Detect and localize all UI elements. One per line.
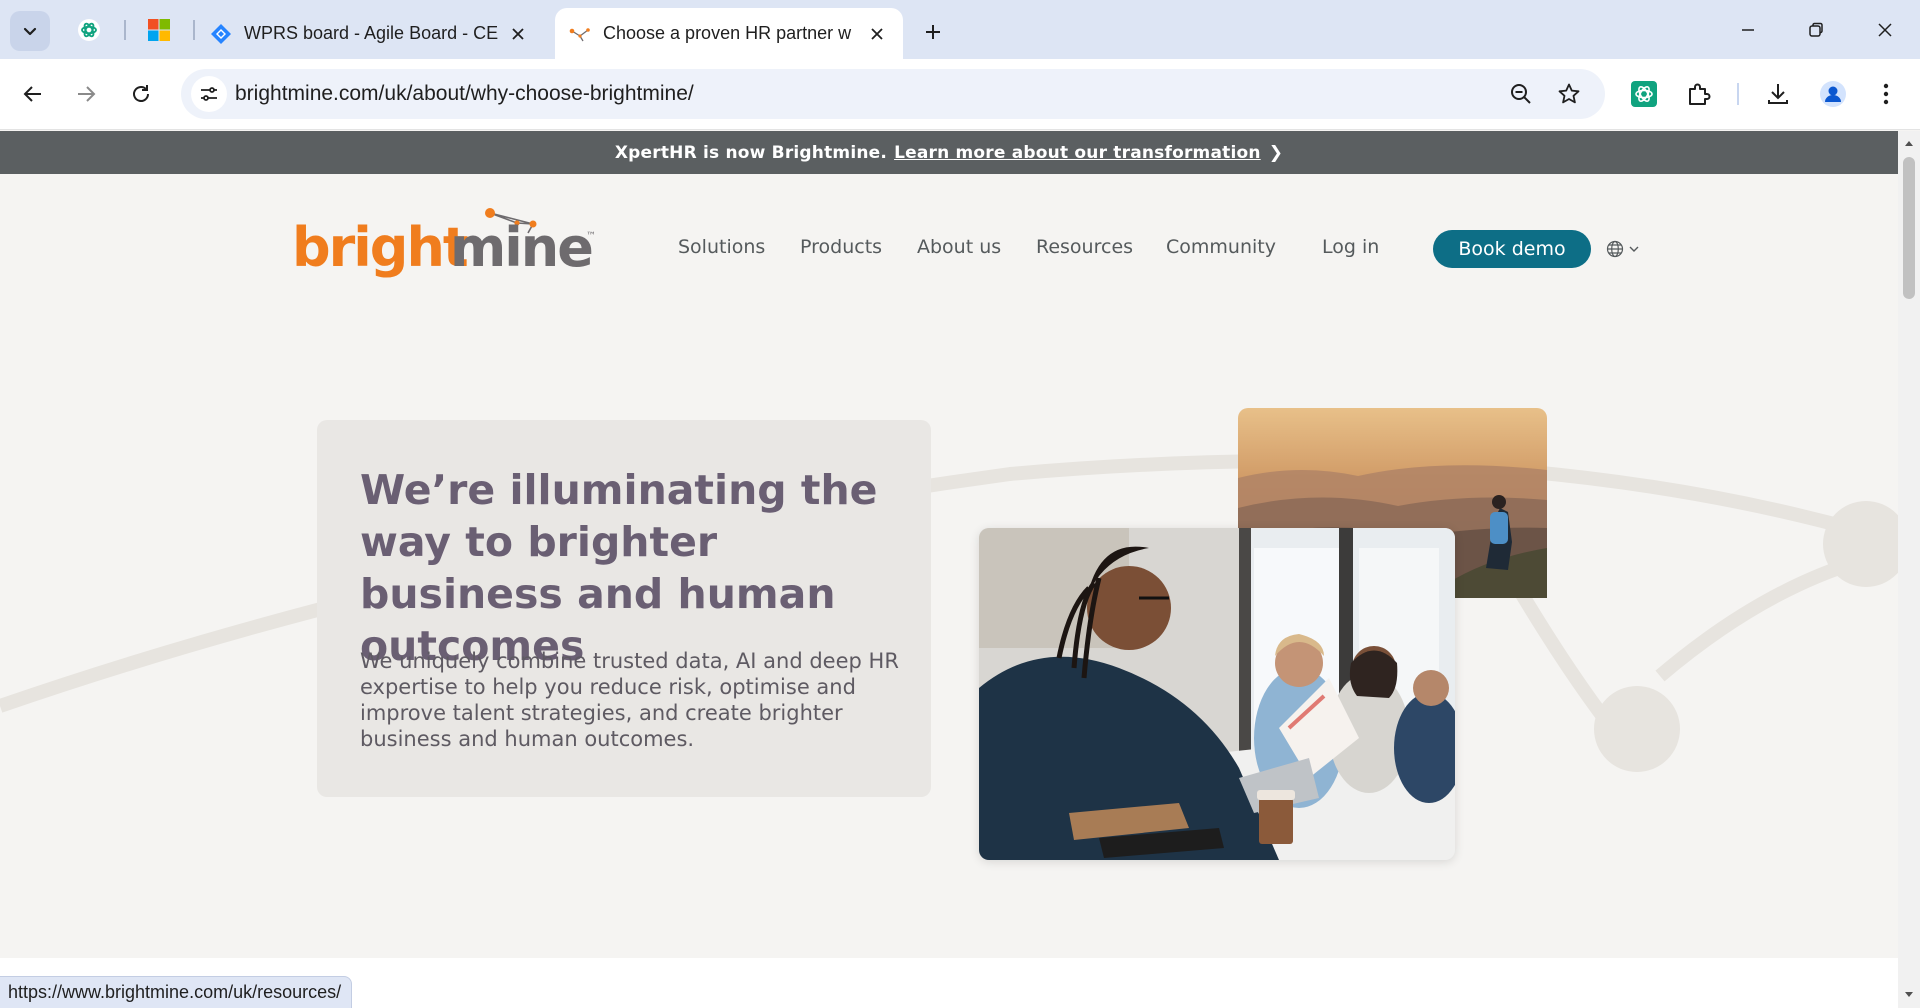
tab-wprs-board[interactable]: WPRS board - Agile Board - CE xyxy=(196,8,544,59)
nav-community[interactable]: Community xyxy=(1166,236,1276,258)
minimize-icon xyxy=(1742,29,1754,31)
book-demo-button[interactable]: Book demo xyxy=(1433,230,1591,268)
nav-about-us[interactable]: About us xyxy=(917,236,1001,258)
announcement-bar: XpertHR is now Brightmine. Learn more ab… xyxy=(0,131,1898,174)
extension-button[interactable] xyxy=(1624,74,1664,114)
scroll-down-icon[interactable] xyxy=(1903,989,1915,1001)
extensions-menu-button[interactable] xyxy=(1679,74,1719,114)
kebab-menu-icon xyxy=(1883,83,1889,105)
zoom-button[interactable] xyxy=(1505,78,1537,110)
plus-icon xyxy=(926,25,940,39)
chevron-down-icon xyxy=(1629,246,1639,252)
browser-tabstrip: WPRS board - Agile Board - CE Choose a p… xyxy=(0,0,1920,59)
tab-separator xyxy=(124,20,126,40)
logo-text-mine: mine xyxy=(450,216,592,279)
tab-separator xyxy=(193,20,195,40)
tab-search-button[interactable] xyxy=(10,11,50,51)
pinned-tab-microsoft[interactable] xyxy=(143,14,175,46)
tune-icon xyxy=(201,87,217,101)
hero-description: We uniquely combine trusted data, AI and… xyxy=(360,649,899,751)
pinned-tab-chatgpt[interactable] xyxy=(73,14,105,46)
nav-resources[interactable]: Resources xyxy=(1036,236,1133,258)
bookmark-button[interactable] xyxy=(1553,78,1585,110)
hero-title: We’re illuminating the way to brighter b… xyxy=(360,466,878,670)
scroll-up-icon[interactable] xyxy=(1903,137,1915,149)
browser-menu-button[interactable] xyxy=(1866,74,1906,114)
star-icon xyxy=(1558,83,1580,104)
url-text: brightmine.com/uk/about/why-choose-brigh… xyxy=(235,82,694,105)
address-bar[interactable]: brightmine.com/uk/about/why-choose-brigh… xyxy=(181,69,1605,119)
restore-icon xyxy=(1809,22,1823,37)
brightmine-logo[interactable]: bright mine ™ xyxy=(292,199,596,283)
nav-solutions[interactable]: Solutions xyxy=(678,236,765,258)
restore-button[interactable] xyxy=(1788,8,1844,52)
office-team-photo xyxy=(979,528,1455,860)
chatgpt-icon xyxy=(78,19,100,41)
globe-icon xyxy=(1606,240,1624,258)
profile-button[interactable] xyxy=(1813,74,1853,114)
browser-toolbar: brightmine.com/uk/about/why-choose-brigh… xyxy=(0,59,1920,130)
download-icon xyxy=(1768,84,1788,104)
microsoft-icon xyxy=(148,19,170,41)
announcement-text: XpertHR is now Brightmine. xyxy=(614,142,888,163)
status-bar-url: https://www.brightmine.com/uk/resources/ xyxy=(0,976,353,1008)
reload-icon xyxy=(133,85,149,102)
puzzle-icon xyxy=(1689,83,1711,105)
zoom-out-icon xyxy=(1511,84,1531,104)
arrow-left-icon xyxy=(23,86,41,102)
announcement-link[interactable]: Learn more about our transformation xyxy=(894,143,1261,163)
jira-icon xyxy=(211,23,231,44)
chevron-right-icon[interactable]: ❯ xyxy=(1269,143,1283,163)
close-window-button[interactable] xyxy=(1857,8,1913,52)
brightmine-favicon-icon xyxy=(569,27,590,41)
avatar-icon xyxy=(1820,81,1846,107)
forward-button[interactable] xyxy=(64,72,108,116)
chatgpt-extension-icon xyxy=(1631,81,1657,107)
close-tab-icon[interactable] xyxy=(506,22,530,46)
chevron-down-icon xyxy=(23,27,37,36)
minimize-button[interactable] xyxy=(1720,8,1776,52)
tab-title: WPRS board - Agile Board - CE xyxy=(244,23,499,43)
arrow-right-icon xyxy=(78,86,96,102)
nav-products[interactable]: Products xyxy=(800,236,882,258)
back-button[interactable] xyxy=(11,72,55,116)
background-network-arcs xyxy=(0,454,1898,772)
page-scrollbar[interactable] xyxy=(1898,131,1920,1008)
tab-brightmine[interactable]: Choose a proven HR partner w xyxy=(555,8,903,59)
page-viewport: XpertHR is now Brightmine. Learn more ab… xyxy=(0,131,1898,1008)
close-tab-icon[interactable] xyxy=(865,22,889,46)
close-icon xyxy=(1878,23,1892,37)
language-selector[interactable] xyxy=(1606,240,1640,258)
login-link[interactable]: Log in xyxy=(1322,236,1379,258)
tab-title: Choose a proven HR partner w xyxy=(603,23,852,43)
hero-card: We’re illuminating the way to brighter b… xyxy=(317,420,931,797)
toolbar-divider xyxy=(1737,83,1739,105)
logo-trademark: ™ xyxy=(586,231,594,242)
logo-text-bright: bright xyxy=(292,216,468,279)
reload-button[interactable] xyxy=(119,72,163,116)
scrollbar-thumb[interactable] xyxy=(1903,157,1915,299)
brightmine-logo-image: bright mine ™ xyxy=(292,208,596,279)
site-info-button[interactable] xyxy=(191,76,227,112)
new-tab-button[interactable] xyxy=(915,14,951,50)
downloads-button[interactable] xyxy=(1758,74,1798,114)
